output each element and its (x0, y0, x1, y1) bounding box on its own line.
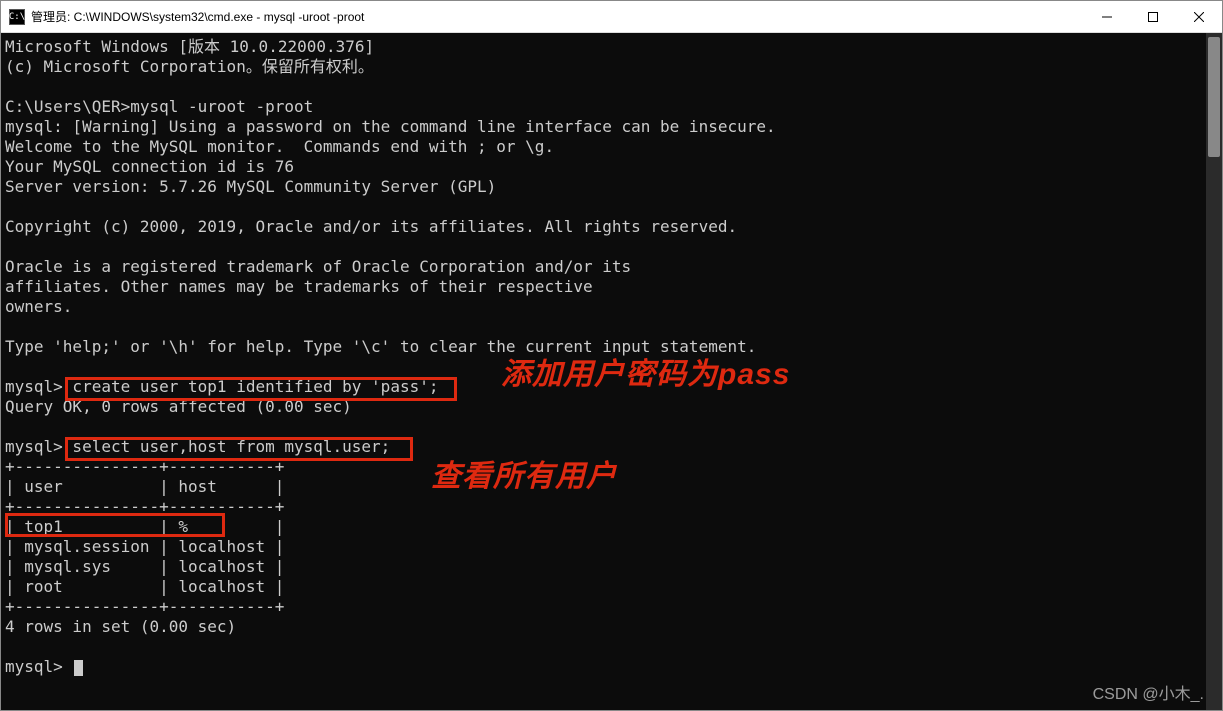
cmd-window: C:\ 管理员: C:\WINDOWS\system32\cmd.exe - m… (0, 0, 1223, 711)
minimize-button[interactable] (1084, 1, 1130, 33)
annotation-view-users: 查看所有用户 (431, 451, 617, 495)
term-line: Oracle is a registered trademark of Orac… (5, 257, 631, 276)
highlight-box-top1-row (5, 513, 225, 537)
window-title: 管理员: C:\WINDOWS\system32\cmd.exe - mysql… (31, 8, 1084, 25)
highlight-box-create-user (65, 377, 457, 401)
annotation-add-user: 添加用户密码为pass (501, 349, 790, 393)
term-line: | user | host | (5, 477, 284, 496)
term-line: (c) Microsoft Corporation。保留所有权利。 (5, 57, 374, 76)
term-line: Copyright (c) 2000, 2019, Oracle and/or … (5, 217, 737, 236)
term-line: owners. (5, 297, 72, 316)
terminal-body[interactable]: Microsoft Windows [版本 10.0.22000.376] (c… (1, 33, 1222, 710)
term-line: | root | localhost | (5, 577, 284, 596)
highlight-box-select-user (65, 437, 413, 461)
scrollbar-thumb[interactable] (1208, 37, 1220, 157)
close-button[interactable] (1176, 1, 1222, 33)
term-line: Server version: 5.7.26 MySQL Community S… (5, 177, 496, 196)
term-line: | mysql.sys | localhost | (5, 557, 284, 576)
term-line: mysql: [Warning] Using a password on the… (5, 117, 776, 136)
maximize-button[interactable] (1130, 1, 1176, 33)
window-controls (1084, 1, 1222, 33)
term-line: 4 rows in set (0.00 sec) (5, 617, 236, 636)
cmd-icon: C:\ (9, 9, 25, 25)
term-line: Your MySQL connection id is 76 (5, 157, 294, 176)
term-line: Welcome to the MySQL monitor. Commands e… (5, 137, 554, 156)
term-line: | mysql.session | localhost | (5, 537, 284, 556)
watermark: CSDN @小木_. (1093, 680, 1204, 704)
term-line: C:\Users\QER>mysql -uroot -proot (5, 97, 313, 116)
titlebar[interactable]: C:\ 管理员: C:\WINDOWS\system32\cmd.exe - m… (1, 1, 1222, 33)
scrollbar[interactable] (1206, 33, 1222, 710)
term-line: +---------------+-----------+ (5, 597, 284, 616)
cursor (74, 660, 83, 676)
term-line: mysql> (5, 657, 72, 676)
term-line: Microsoft Windows [版本 10.0.22000.376] (5, 37, 374, 56)
term-line: affiliates. Other names may be trademark… (5, 277, 593, 296)
